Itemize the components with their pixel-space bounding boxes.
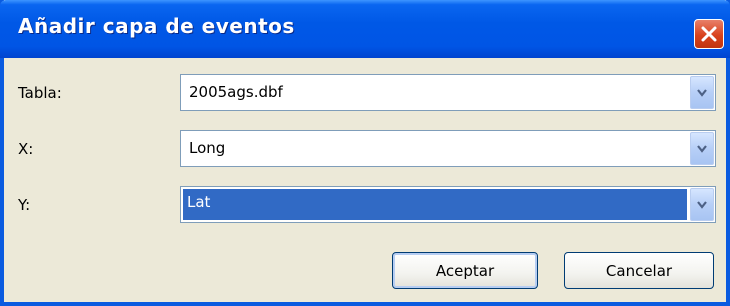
x-value: Long [189, 139, 226, 157]
dialog-window: Añadir capa de eventos Tabla: 2005ags.db… [0, 0, 730, 306]
tabla-label: Tabla: [18, 84, 62, 102]
title-bar[interactable]: Añadir capa de eventos [0, 0, 730, 58]
tabla-dropdown-button[interactable] [690, 76, 714, 109]
tabla-dropdown[interactable]: 2005ags.dbf [180, 74, 716, 111]
dialog-title: Añadir capa de eventos [18, 14, 295, 38]
y-dropdown-button[interactable] [690, 188, 714, 221]
dialog-content: Tabla: 2005ags.dbf X: Long Y: Lat Acepta… [4, 58, 726, 302]
tabla-value: 2005ags.dbf [189, 83, 283, 101]
x-label: X: [18, 140, 34, 158]
x-dropdown[interactable]: Long [180, 130, 716, 167]
close-icon [700, 25, 718, 43]
aceptar-button[interactable]: Aceptar [392, 252, 538, 289]
chevron-down-icon [696, 195, 708, 214]
chevron-down-icon [696, 139, 708, 158]
close-button[interactable] [694, 19, 724, 49]
chevron-down-icon [696, 83, 708, 102]
y-selection-highlight [183, 189, 687, 220]
y-label: Y: [18, 196, 31, 214]
y-value: Lat [187, 193, 211, 211]
x-dropdown-button[interactable] [690, 132, 714, 165]
cancelar-button[interactable]: Cancelar [564, 252, 714, 289]
y-dropdown[interactable]: Lat [180, 186, 716, 223]
